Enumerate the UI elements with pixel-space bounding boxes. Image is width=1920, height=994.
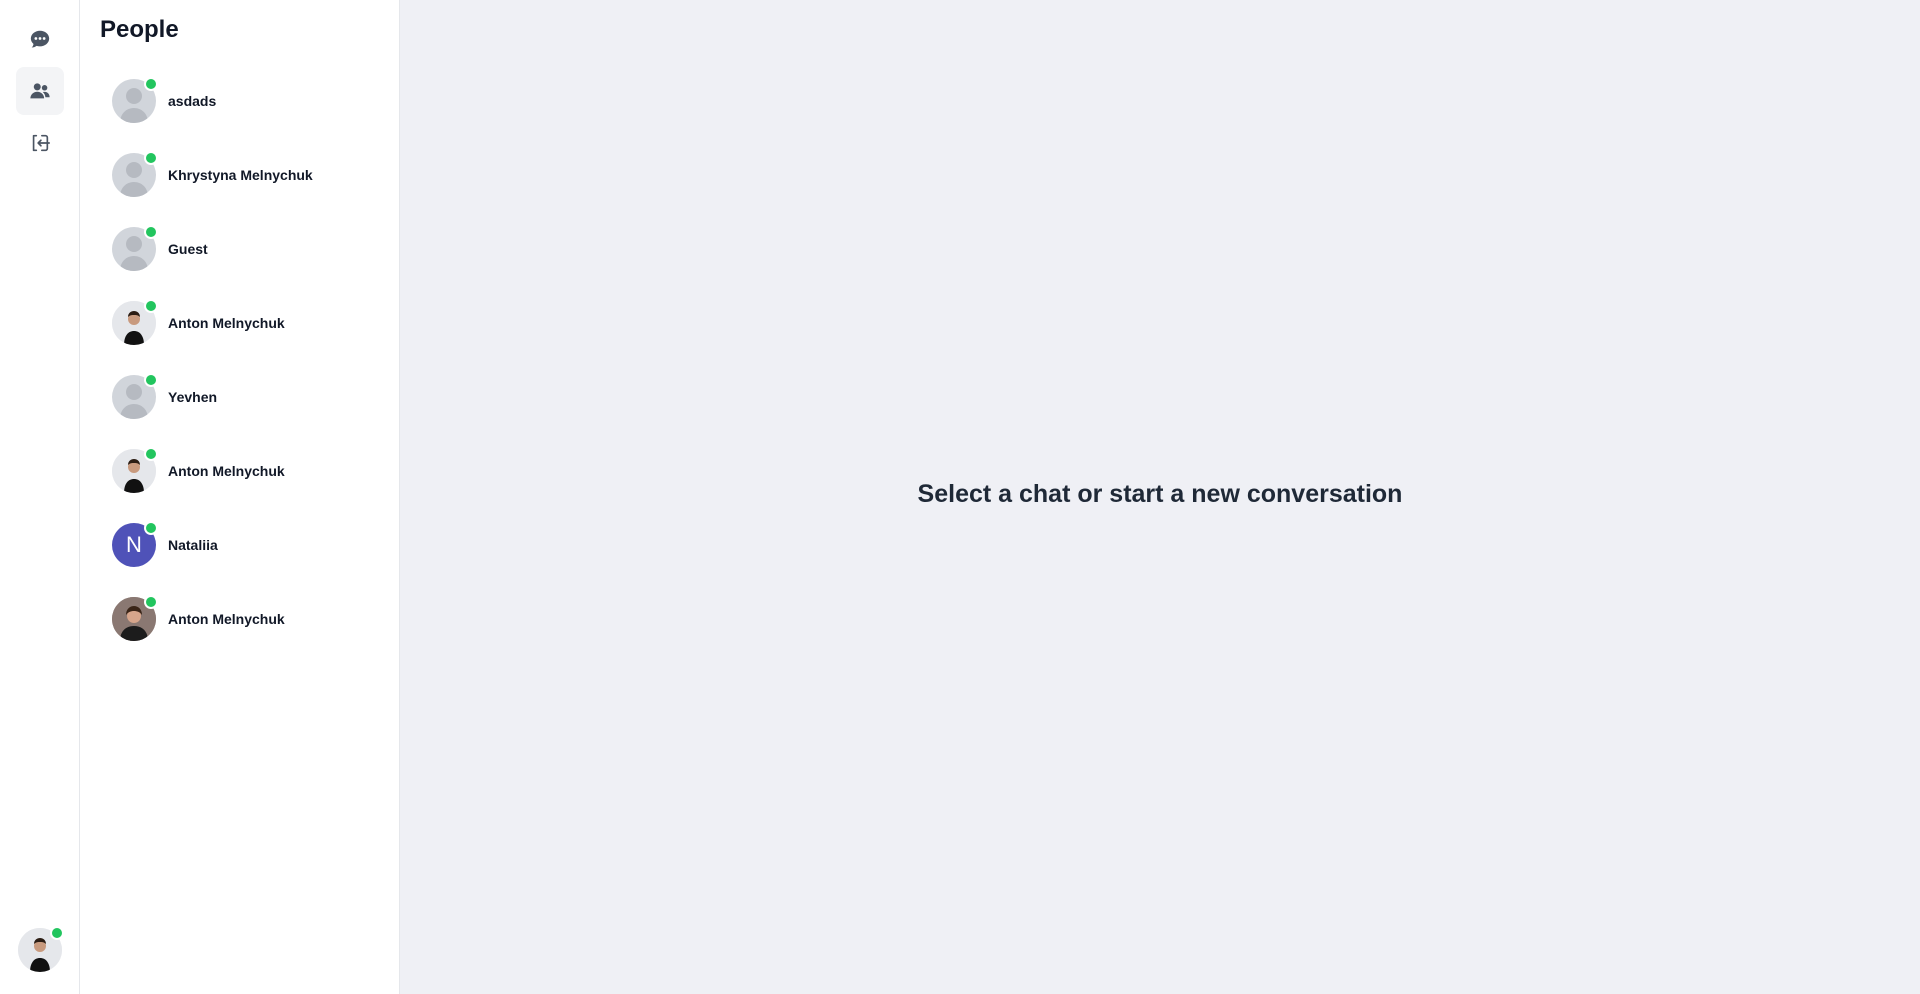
online-status-dot [144, 151, 158, 165]
logout-icon [32, 134, 50, 152]
person-list-item[interactable]: Khrystyna Melnychuk [100, 138, 379, 212]
chat-bubble-icon [30, 30, 49, 48]
person-name: Nataliia [168, 537, 218, 553]
person-name: Guest [168, 241, 208, 257]
users-icon [29, 83, 50, 99]
person-list-item[interactable]: Anton Melnychuk [100, 286, 379, 360]
avatar [112, 447, 158, 493]
avatar [112, 299, 158, 345]
online-status-dot [144, 595, 158, 609]
online-status-dot [144, 77, 158, 91]
person-list-item[interactable]: Anton Melnychuk [100, 582, 379, 656]
page-title: People [100, 16, 179, 43]
people-panel: People asdads Khrystyna Melnychuk Guest … [80, 0, 400, 994]
avatar [112, 373, 158, 419]
person-list-item[interactable]: Anton Melnychuk [100, 434, 379, 508]
avatar [112, 77, 158, 123]
avatar [112, 595, 158, 641]
current-user-avatar[interactable] [17, 926, 64, 972]
person-list-item[interactable]: asdads [100, 64, 379, 138]
person-name: Anton Melnychuk [168, 315, 285, 331]
person-list-item[interactable]: N Nataliia [100, 508, 379, 582]
empty-state-message: Select a chat or start a new conversatio… [917, 479, 1403, 508]
online-status-dot [144, 447, 158, 461]
avatar: N [112, 521, 158, 567]
logout-nav-button[interactable] [16, 119, 64, 167]
online-status-dot [144, 299, 158, 313]
online-status-dot [144, 373, 158, 387]
online-status-dot [144, 521, 158, 535]
person-list-item[interactable]: Yevhen [100, 360, 379, 434]
app-shell: People asdads Khrystyna Melnychuk Guest … [0, 0, 1920, 994]
avatar [112, 225, 158, 271]
icon-rail [0, 0, 80, 994]
person-name: Khrystyna Melnychuk [168, 167, 313, 183]
people-nav-button[interactable] [15, 67, 64, 115]
rail-nav [15, 15, 64, 167]
person-name: Anton Melnychuk [168, 611, 285, 627]
online-status-dot [49, 926, 64, 940]
people-list: asdads Khrystyna Melnychuk Guest Anton M… [100, 64, 379, 656]
person-name: asdads [168, 93, 217, 109]
chats-nav-button[interactable] [16, 15, 64, 63]
online-status-dot [144, 225, 158, 239]
person-name: Anton Melnychuk [168, 463, 285, 479]
conversation-area: Select a chat or start a new conversatio… [400, 0, 1920, 994]
avatar [112, 151, 158, 197]
person-list-item[interactable]: Guest [100, 212, 379, 286]
person-name: Yevhen [168, 389, 218, 405]
